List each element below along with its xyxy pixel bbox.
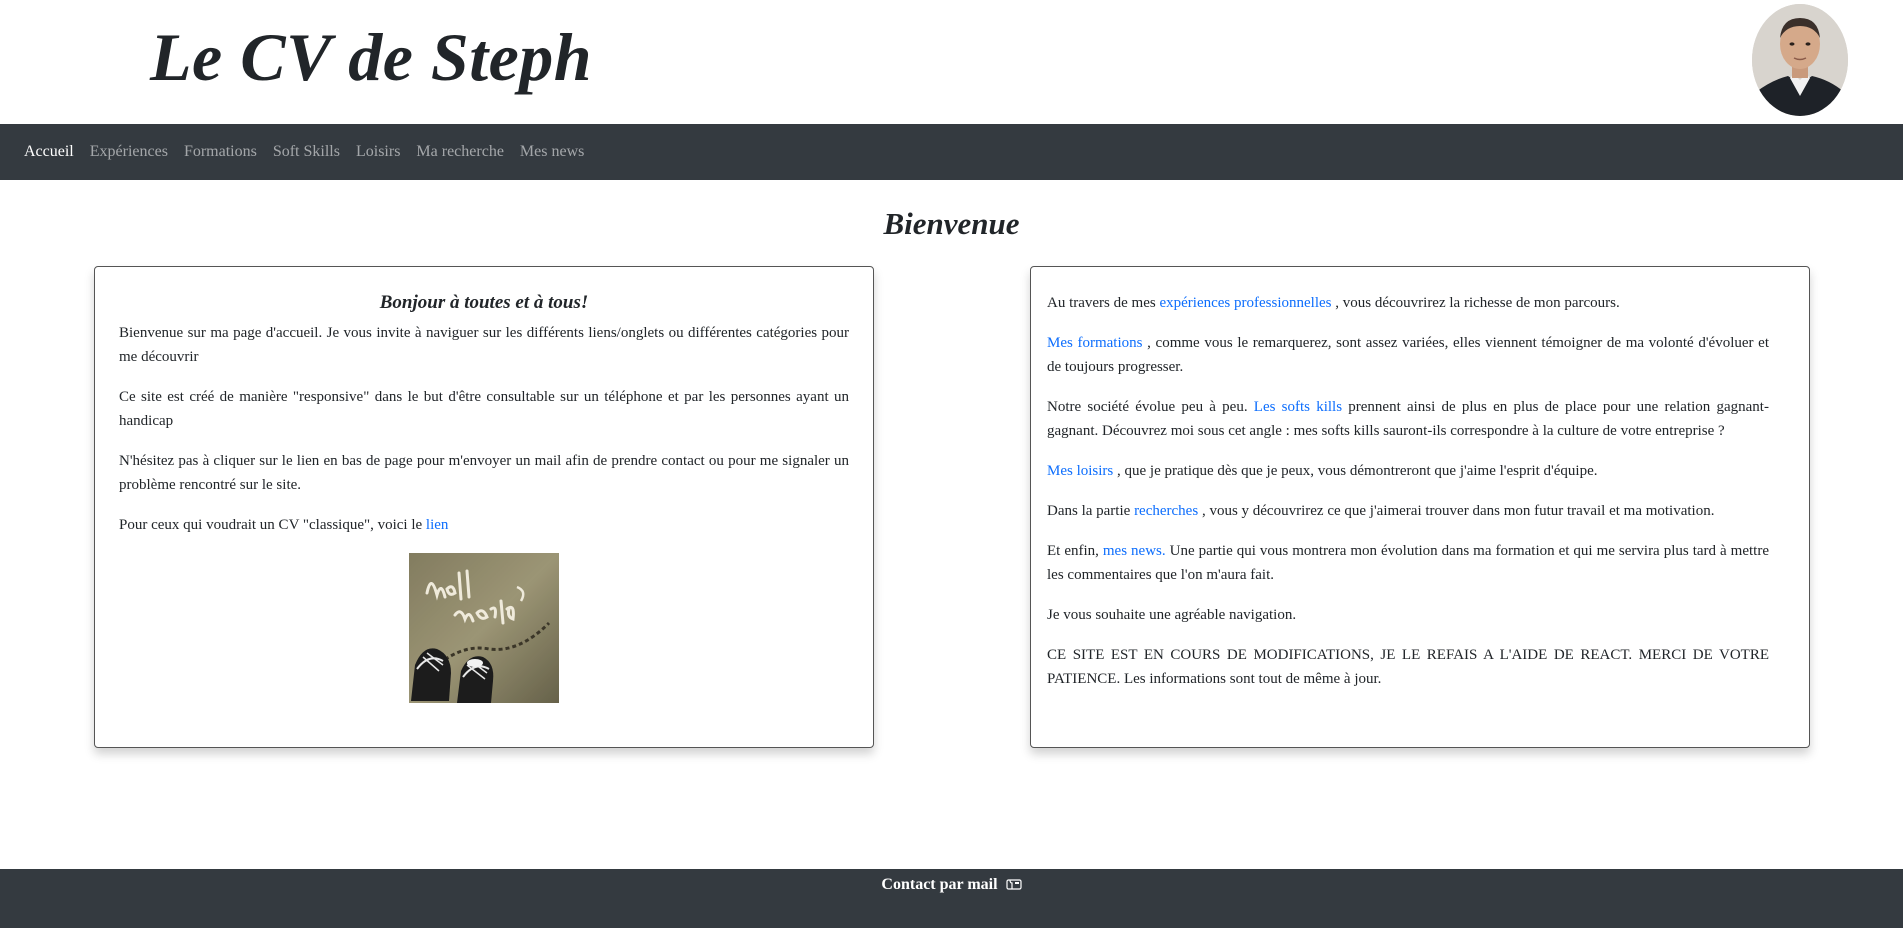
- loisirs-link[interactable]: Mes loisirs: [1047, 463, 1113, 479]
- text: Notre société évolue peu à peu.: [1047, 399, 1254, 415]
- nav-item-formations[interactable]: Formations: [184, 143, 257, 161]
- hello-world-sneakers-image: [409, 553, 559, 703]
- site-title: Le CV de Steph: [150, 19, 593, 95]
- welcome-card: Bonjour à toutes et à tous! Bienvenue su…: [94, 266, 874, 748]
- nav-item-experiences[interactable]: Expériences: [90, 143, 168, 161]
- main-navbar: Accueil Expériences Formations Soft Skil…: [0, 124, 1903, 180]
- text: , vous y découvrirez ce que j'aimerai tr…: [1198, 503, 1715, 519]
- text: , que je pratique dès que je peux, vous …: [1113, 463, 1598, 479]
- overview-paragraph-formations: Mes formations , comme vous le remarquer…: [1047, 331, 1769, 379]
- news-link[interactable]: mes news.: [1103, 543, 1166, 559]
- overview-paragraph-greeting: Je vous souhaite une agréable navigation…: [1047, 607, 1297, 623]
- recherches-link[interactable]: recherches: [1134, 503, 1198, 519]
- overview-paragraph-recherches: Dans la partie recherches , vous y décou…: [1047, 499, 1769, 523]
- text: Dans la partie: [1047, 503, 1135, 519]
- overview-paragraph-soft-skills: Notre société évolue peu à peu. Les soft…: [1047, 395, 1769, 443]
- site-footer: Contact par mail: [0, 869, 1903, 928]
- overview-paragraph-loisirs: Mes loisirs , que je pratique dès que je…: [1047, 459, 1769, 483]
- nav-item-ma-recherche[interactable]: Ma recherche: [416, 143, 504, 161]
- text: Et enfin,: [1047, 543, 1103, 559]
- contact-mail-link[interactable]: Contact par mail: [0, 873, 1903, 899]
- welcome-paragraph-3: N'hésitez pas à cliquer sur le lien en b…: [119, 453, 849, 493]
- text: , comme vous le remarquerez, sont assez …: [1047, 335, 1769, 375]
- welcome-paragraph-1: Bienvenue sur ma page d'accueil. Je vous…: [119, 325, 849, 365]
- experiences-link[interactable]: expériences professionnelles: [1159, 295, 1331, 311]
- nav-item-soft-skills[interactable]: Soft Skills: [273, 143, 340, 161]
- nav-item-accueil[interactable]: Accueil: [24, 143, 74, 161]
- overview-card: Au travers de mes expériences profession…: [1030, 266, 1810, 748]
- site-header: Le CV de Steph: [0, 0, 1903, 124]
- overview-paragraph-experiences: Au travers de mes expériences profession…: [1047, 291, 1769, 315]
- contact-mail-label: Contact par mail: [881, 876, 998, 893]
- welcome-paragraph-4: Pour ceux qui voudrait un CV "classique"…: [119, 513, 849, 537]
- classic-cv-link[interactable]: lien: [426, 517, 449, 533]
- page-heading: Bienvenue: [883, 206, 1020, 241]
- nav-item-loisirs[interactable]: Loisirs: [356, 143, 400, 161]
- profile-photo: [1752, 4, 1848, 116]
- welcome-paragraph-2: Ce site est créé de manière "responsive"…: [119, 389, 849, 429]
- nav-item-mes-news[interactable]: Mes news: [520, 143, 584, 161]
- overview-paragraph-news: Et enfin, mes news. Une partie qui vous …: [1047, 539, 1769, 587]
- mailbox-icon: [1005, 875, 1022, 899]
- text: , vous découvrirez la richesse de mon pa…: [1331, 295, 1620, 311]
- overview-paragraph-notice: CE SITE EST EN COURS DE MODIFICATIONS, J…: [1047, 647, 1769, 687]
- text: Au travers de mes: [1047, 295, 1160, 311]
- soft-skills-link[interactable]: Les softs kills: [1254, 399, 1342, 415]
- welcome-card-title: Bonjour à toutes et à tous!: [379, 292, 589, 313]
- classic-cv-text: Pour ceux qui voudrait un CV "classique"…: [119, 517, 426, 533]
- formations-link[interactable]: Mes formations: [1047, 335, 1142, 351]
